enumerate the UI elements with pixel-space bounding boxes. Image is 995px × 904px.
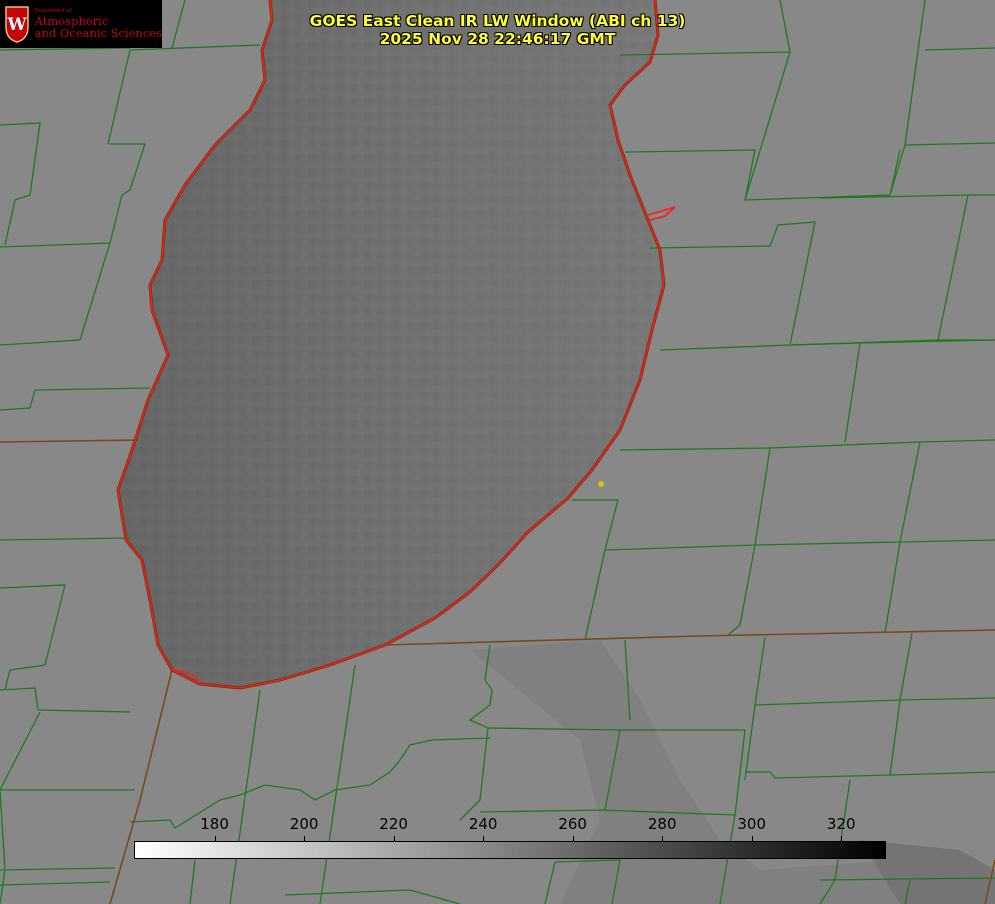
colorbar-tick-mark [214,836,216,841]
colorbar-tick-mark [572,836,574,841]
colorbar-tick-mark [304,836,306,841]
colorbar-tick-mark [841,836,843,841]
title-product: GOES East Clean IR LW Window (ABI ch 13) [309,12,686,30]
colorbar-tick-label: 300 [737,815,767,833]
colorbar-tick-label: 180 [200,815,229,833]
yellow-dot-icon [598,481,604,487]
title-timestamp: 2025 Nov 28 22:46:17 GMT [379,30,616,48]
colorbar-tick-label: 260 [558,815,587,833]
colorbar-tick-mark [751,836,753,841]
colorbar-tick-mark [662,836,664,841]
colorbar [134,841,886,859]
colorbar-tick-mark [483,836,485,841]
colorbar-tick-label: 240 [468,815,498,833]
satellite-map [0,0,995,904]
colorbar-tick-mark [393,836,395,841]
colorbar-tick-label: 220 [379,815,408,833]
satellite-image-viewer: W Department of Atmospheric and Oceanic … [0,0,995,904]
colorbar-tick-label: 320 [826,815,856,833]
image-title: GOES East Clean IR LW Window (ABI ch 13)… [0,12,995,48]
colorbar-tick-label: 280 [647,815,677,833]
colorbar-tick-label: 200 [289,815,319,833]
